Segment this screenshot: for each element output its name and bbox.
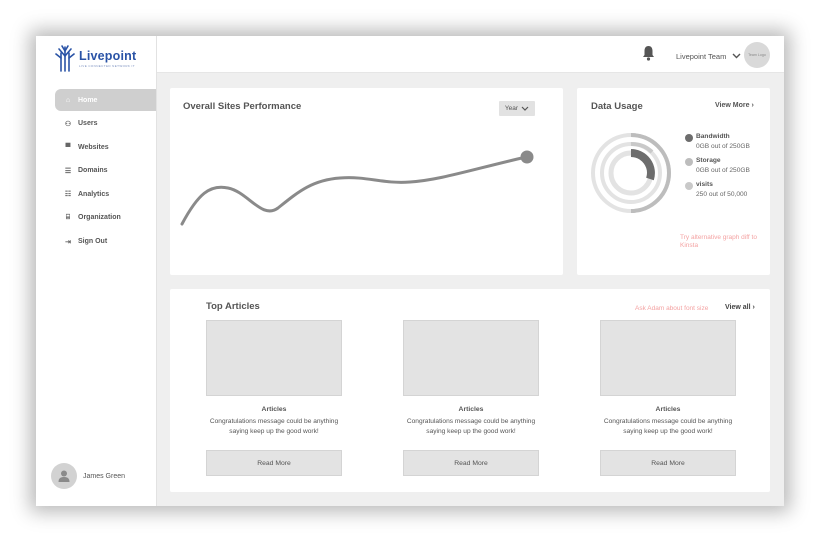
performance-card: Overall Sites Performance Year — [170, 88, 563, 275]
sidebar-item-label: Websites — [78, 143, 109, 151]
chevron-right-icon: › — [752, 304, 755, 311]
article-image[interactable] — [403, 320, 539, 396]
sidebar-item-analytics[interactable]: ☷ Analytics — [55, 183, 156, 205]
chevron-down-icon — [732, 51, 741, 61]
usage-hint-note: Try alternative graph diff to Kinsta — [680, 234, 757, 249]
article-card[interactable]: Articles Congratulations message could b… — [206, 320, 342, 476]
sidebar-item-label: Organization — [78, 214, 121, 222]
team-switcher[interactable]: Livepoint Team — [676, 51, 741, 61]
data-usage-title: Data Usage — [591, 101, 643, 112]
article-title: Articles — [261, 406, 287, 413]
legend-item-storage: Storage 0GB out of 250GB — [685, 157, 750, 174]
person-icon — [58, 470, 70, 482]
top-articles-title: Top Articles — [206, 301, 260, 312]
legend-value: 0GB out of 250GB — [696, 143, 750, 150]
avatar — [51, 463, 77, 489]
domains-icon: ☰ — [64, 167, 72, 175]
article-title: Articles — [655, 406, 681, 413]
sidebar-item-label: Sign Out — [78, 238, 108, 246]
top-articles-card: Top Articles Ask Adam about font size Vi… — [170, 289, 770, 492]
legend-item-visits: visits 250 out of 50,000 — [685, 181, 750, 198]
article-image[interactable] — [600, 320, 736, 396]
analytics-icon: ☷ — [64, 191, 72, 199]
legend-name: visits — [696, 181, 713, 188]
article-title: Articles — [458, 406, 484, 413]
sidebar-nav: ⌂ Home ⚇ Users ▀ Websites ☰ Domains ☷ An… — [55, 89, 156, 254]
sidebar-item-home[interactable]: ⌂ Home — [55, 89, 156, 111]
legend-dot — [685, 182, 693, 190]
sidebar: Livepoint LIVE CONNECTED NETWORK IT ⌂ Ho… — [36, 36, 157, 506]
article-card[interactable]: Articles Congratulations message could b… — [403, 320, 539, 476]
legend-item-bandwidth: Bandwidth 0GB out of 250GB — [685, 133, 750, 150]
read-more-button[interactable]: Read More — [403, 450, 539, 476]
brand-tagline: LIVE CONNECTED NETWORK IT — [79, 63, 136, 68]
view-all-label: View all — [725, 304, 751, 311]
view-more-link[interactable]: View More › — [715, 102, 754, 109]
view-all-link[interactable]: View all › — [725, 304, 755, 311]
article-image[interactable] — [206, 320, 342, 396]
team-name: Livepoint Team — [676, 51, 727, 61]
performance-end-point — [520, 150, 534, 164]
usage-radial-chart — [591, 133, 672, 213]
current-user[interactable]: James Green — [51, 463, 125, 489]
sidebar-item-label: Home — [78, 96, 98, 104]
top-bar: Livepoint Team Team Logo — [157, 36, 784, 73]
sidebar-item-label: Analytics — [78, 190, 110, 198]
legend-dot — [685, 158, 693, 166]
sidebar-item-organization[interactable]: ⌸ Organization — [55, 207, 156, 229]
user-name: James Green — [83, 472, 126, 480]
bell-icon[interactable] — [642, 45, 655, 61]
legend-name: Bandwidth — [696, 133, 730, 140]
sidebar-item-domains[interactable]: ☰ Domains — [55, 160, 156, 182]
legend-name: Storage — [696, 157, 721, 164]
article-card[interactable]: Articles Congratulations message could b… — [600, 320, 736, 476]
brand-name: Livepoint — [79, 48, 137, 63]
app-window: Livepoint LIVE CONNECTED NETWORK IT ⌂ Ho… — [36, 36, 784, 506]
performance-line — [180, 155, 528, 226]
organization-icon: ⌸ — [65, 213, 71, 221]
sidebar-item-label: Users — [78, 120, 98, 128]
view-more-label: View More — [715, 102, 750, 109]
legend-value: 0GB out of 250GB — [696, 167, 750, 174]
legend-dot — [685, 134, 693, 142]
sidebar-item-websites[interactable]: ▀ Websites — [55, 136, 156, 158]
read-more-button[interactable]: Read More — [600, 450, 736, 476]
chevron-right-icon: › — [751, 102, 754, 109]
read-more-button[interactable]: Read More — [206, 450, 342, 476]
performance-line-chart — [180, 150, 534, 226]
sidebar-item-label: Domains — [78, 167, 108, 175]
data-usage-card: Data Usage View More › Bandwidth 0GB out… — [577, 88, 770, 275]
sidebar-item-users[interactable]: ⚇ Users — [55, 113, 156, 135]
legend-value: 250 out of 50,000 — [696, 191, 748, 198]
brand-logo[interactable]: Livepoint LIVE CONNECTED NETWORK IT — [54, 44, 136, 72]
logo-tree-icon — [55, 45, 75, 72]
sign-out-icon: ⇥ — [65, 238, 71, 246]
bandwidth-arc — [630, 149, 655, 181]
article-message: Congratulations message could be anythin… — [406, 418, 536, 435]
usage-legend: Bandwidth 0GB out of 250GB Storage 0GB o… — [685, 133, 750, 205]
team-logo[interactable]: Team Logo — [744, 42, 770, 68]
home-icon: ⌂ — [65, 96, 71, 104]
sidebar-item-sign-out[interactable]: ⇥ Sign Out — [55, 231, 156, 253]
article-message: Congratulations message could be anythin… — [209, 418, 339, 435]
article-message: Congratulations message could be anythin… — [603, 418, 733, 435]
articles-hint-note: Ask Adam about font size — [635, 305, 709, 312]
websites-icon: ▀ — [65, 143, 71, 151]
users-icon: ⚇ — [64, 120, 72, 128]
